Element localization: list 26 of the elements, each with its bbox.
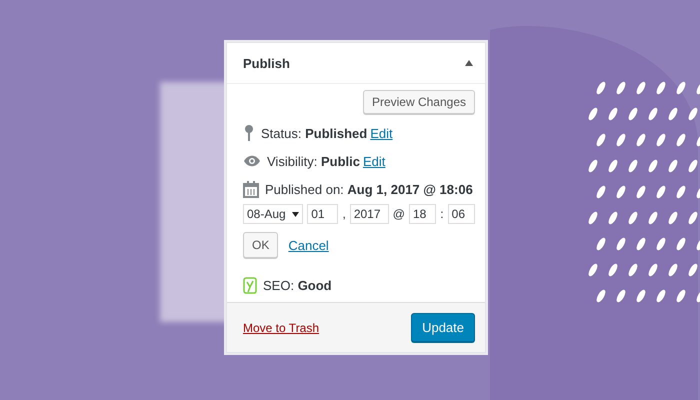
preview-changes-button[interactable]: Preview Changes <box>362 90 475 114</box>
panel-title: Publish <box>243 56 290 70</box>
caret-icon <box>292 212 300 216</box>
move-to-trash-link[interactable]: Move to Trash <box>243 320 320 334</box>
hour-field[interactable]: 18 <box>408 204 436 224</box>
seo-text: SEO: Good <box>263 278 332 292</box>
year-field[interactable]: 2017 <box>350 204 389 224</box>
edit-visibility-link[interactable]: Edit <box>362 154 386 168</box>
collapse-toggle-icon[interactable] <box>465 60 473 66</box>
date-separator: , <box>342 207 346 221</box>
status-text: Status: Published <box>261 126 368 140</box>
calendar-icon <box>243 180 259 198</box>
visibility-text: Visibility: Public <box>267 154 360 168</box>
cancel-link[interactable]: Cancel <box>288 238 329 252</box>
seo-status-icon <box>243 276 257 294</box>
minute-field[interactable]: 06 <box>448 204 475 224</box>
pin-icon <box>243 124 255 142</box>
at-sign: @ <box>392 207 405 221</box>
eye-icon <box>243 155 261 167</box>
ok-button[interactable]: OK <box>243 232 278 258</box>
month-select[interactable]: 08-Aug <box>243 204 304 224</box>
day-field[interactable]: 01 <box>307 204 338 224</box>
update-button[interactable]: Update <box>411 313 475 342</box>
published-on-text: Published on: Aug 1, 2017 @ 18:06 <box>265 182 473 196</box>
edit-status-link[interactable]: Edit <box>370 126 393 140</box>
time-separator: : <box>440 207 444 221</box>
